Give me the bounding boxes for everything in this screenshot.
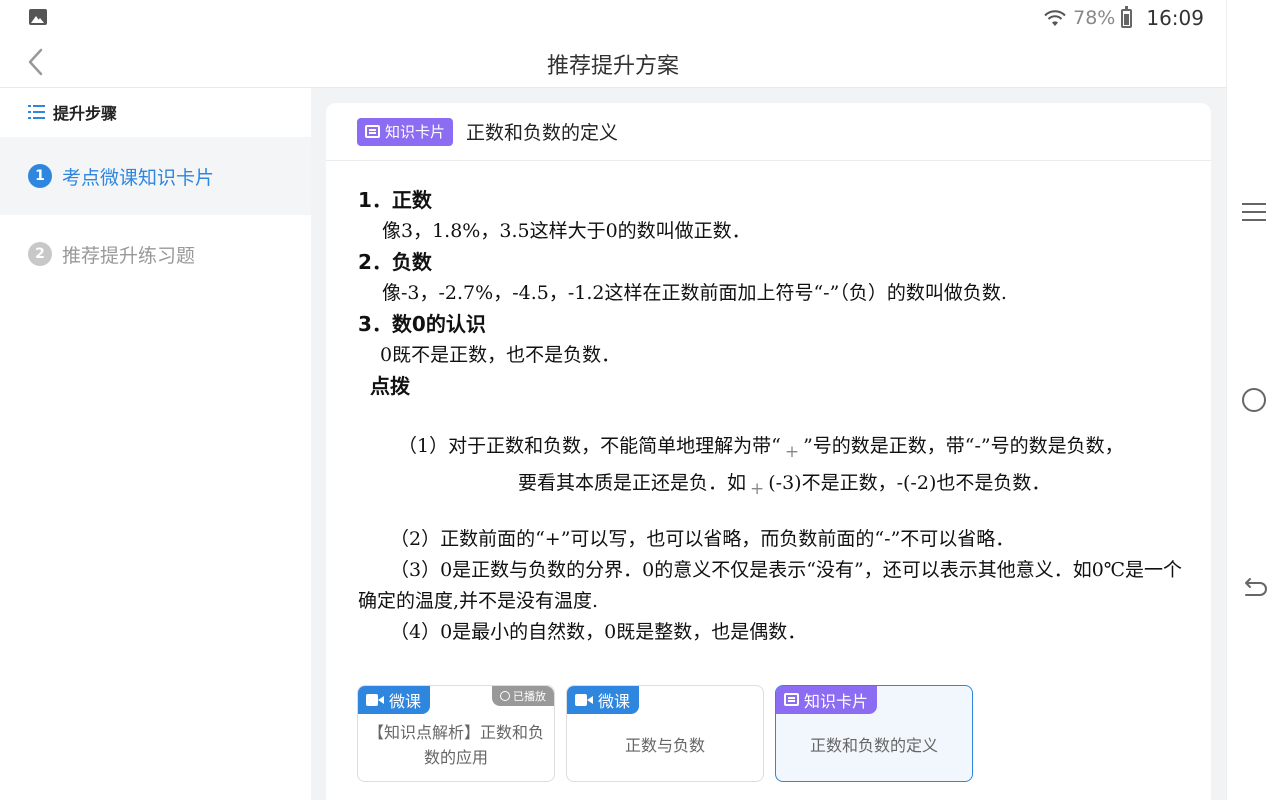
status-indicators: 78% 16:09 <box>1043 5 1204 30</box>
home-button[interactable] <box>1240 386 1268 414</box>
wifi-icon <box>1044 10 1066 26</box>
battery-percentage: 78% <box>1073 7 1116 29</box>
section-title: 3．数0的认识 <box>358 312 486 336</box>
list-icon <box>28 104 45 120</box>
hint-paragraph-1: （1）对于正数和负数，不能简单地理解为带“ + ”号的数是正数，带“-”号的数是负数… <box>358 428 1188 502</box>
gallery-notification-icon <box>29 9 47 25</box>
hint-paragraph-4: （4）0是最小的自然数，0既是整数，也是偶数． <box>390 621 807 643</box>
hint-title: 点拨 <box>370 374 410 398</box>
app-header: 推荐提升方案 <box>0 36 1226 88</box>
section-title: 1．正数 <box>358 188 432 212</box>
clock: 16:09 <box>1146 6 1204 30</box>
section-text: 像3，1.8%，3.5这样大于0的数叫做正数． <box>382 220 751 242</box>
resource-title: 正数和负数的定义 <box>809 735 938 755</box>
resource-title: 正数与负数 <box>624 735 705 755</box>
knowledge-card-tag: 知识卡片 <box>357 117 454 146</box>
page-title: 推荐提升方案 <box>546 54 679 79</box>
video-tag: 微课 <box>567 686 640 714</box>
badge-label: 已播放 <box>513 690 546 703</box>
status-bar: 78% 16:09 <box>0 0 1226 36</box>
hint-paragraph-2: （2）正数前面的“+”可以写，也可以省略，而负数前面的“-”不可以省略． <box>390 528 1015 550</box>
system-nav-bar <box>1226 0 1280 800</box>
card-body: 1．正数 像3，1.8%，3.5这样大于0的数叫做正数． 2．负数 像-3，-2… <box>358 185 1188 648</box>
hint-text: ”号的数是正数，带“-”号的数是负数， <box>803 435 1124 457</box>
section-text: 0既不是正数，也不是负数． <box>380 344 621 366</box>
card-icon <box>784 693 799 706</box>
card-title: 正数和负数的定义 <box>466 122 619 144</box>
steps-heading-label: 提升步骤 <box>53 104 118 123</box>
step-item-practice[interactable]: 2 推荐提升练习题 <box>0 215 311 293</box>
resource-title: 【知识点解析】正数和负数的应用 <box>368 723 545 767</box>
card-header: 知识卡片 正数和负数的定义 <box>326 103 1211 161</box>
knowledge-card-tag: 知识卡片 <box>776 686 878 714</box>
system-back-button[interactable] <box>1240 574 1268 602</box>
hint-paragraph-3: （3）0是正数与负数的分界．0的意义不仅是表示“没有”，还可以表示其他意义．如0… <box>358 559 1183 612</box>
video-tag: 微课 <box>358 686 431 714</box>
recent-apps-button[interactable] <box>1240 198 1268 226</box>
menu-icon <box>1242 203 1266 221</box>
steps-heading: 提升步骤 <box>28 100 117 124</box>
played-badge: 已播放 <box>492 686 554 706</box>
back-arrow-icon <box>1245 578 1267 596</box>
tag-label: 微课 <box>598 691 631 711</box>
tag-label: 微课 <box>389 691 422 711</box>
hint-text: （1）对于正数和负数，不能简单地理解为带“ <box>398 435 781 457</box>
resource-card-knowledge[interactable]: 知识卡片 正数和负数的定义 <box>775 685 973 782</box>
section-title: 2．负数 <box>358 250 432 274</box>
resource-card-video-1[interactable]: 微课 已播放 【知识点解析】正数和负数的应用 <box>357 685 555 782</box>
circle-home-icon <box>1242 388 1266 412</box>
step-number: 1 <box>28 164 52 188</box>
step-label: 推荐提升练习题 <box>62 244 196 267</box>
hint-text: (-3)不是正数，-(-2)也不是负数． <box>768 472 1051 494</box>
plus-sign: + <box>750 479 765 499</box>
resource-card-video-2[interactable]: 微课 正数与负数 <box>566 685 764 782</box>
steps-sidebar: 提升步骤 1 考点微课知识卡片 2 推荐提升练习题 <box>0 88 311 800</box>
check-circle-icon <box>500 691 510 701</box>
tag-label: 知识卡片 <box>804 691 869 711</box>
plus-sign: + <box>784 442 800 462</box>
video-camera-icon <box>366 693 384 706</box>
tag-label: 知识卡片 <box>385 123 446 141</box>
step-label: 考点微课知识卡片 <box>62 166 215 189</box>
hint-text: 要看其本质是正还是负．如 <box>518 472 747 494</box>
battery-icon <box>1121 5 1133 28</box>
knowledge-card: 知识卡片 正数和负数的定义 1．正数 像3，1.8%，3.5这样大于0的数叫做正… <box>326 103 1211 800</box>
step-item-micro-lesson[interactable]: 1 考点微课知识卡片 <box>0 137 311 215</box>
content-area: 知识卡片 正数和负数的定义 1．正数 像3，1.8%，3.5这样大于0的数叫做正… <box>311 88 1226 800</box>
step-number: 2 <box>28 242 52 266</box>
card-icon <box>365 125 380 138</box>
section-text: 像-3，-2.7%，-4.5，-1.2这样在正数前面加上符号“-”（负）的数叫做… <box>382 282 1007 304</box>
video-camera-icon <box>575 693 593 706</box>
